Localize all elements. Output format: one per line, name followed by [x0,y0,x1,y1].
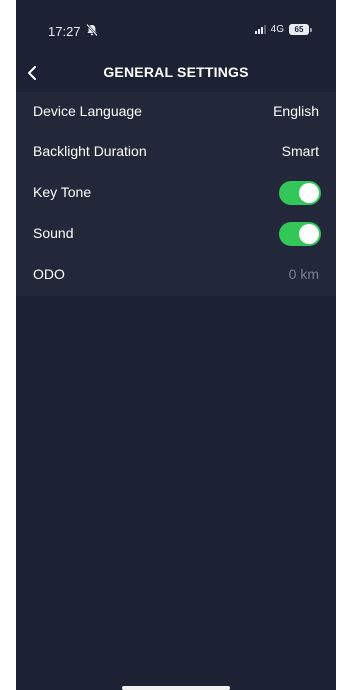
setting-label: Key Tone [33,184,92,200]
status-bar: 17:27 4G 65 [16,0,336,62]
toggle-knob [299,224,319,244]
settings-list: Device Language English Backlight Durati… [16,92,336,296]
status-time: 17:27 [48,24,81,39]
setting-label: ODO [33,266,65,282]
network-type: 4G [270,24,284,35]
setting-label: Sound [33,225,74,241]
key-tone-toggle[interactable] [279,181,321,205]
bell-slash-icon [86,23,98,37]
app-screen: 17:27 4G 65 GENERAL SETTINGS Device Lang… [16,0,336,690]
signal-icon [254,25,266,34]
home-indicator [122,686,230,690]
battery-level: 65 [289,24,309,35]
battery-icon: 65 [289,24,312,35]
setting-label: Backlight Duration [33,143,147,159]
setting-value: Smart [281,143,319,159]
toggle-knob [299,183,319,203]
setting-device-language[interactable]: Device Language English [16,92,336,132]
page-title: GENERAL SETTINGS [103,64,249,80]
status-indicators: 4G 65 [254,24,312,35]
setting-backlight-duration[interactable]: Backlight Duration Smart [16,132,336,172]
header-bar: GENERAL SETTINGS [16,58,336,88]
setting-key-tone: Key Tone [16,173,336,213]
sound-toggle[interactable] [279,222,321,246]
setting-label: Device Language [33,103,142,119]
setting-value: 0 km [288,266,319,282]
setting-sound: Sound [16,214,336,254]
setting-odo: ODO 0 km [16,255,336,295]
setting-value: English [273,103,319,119]
